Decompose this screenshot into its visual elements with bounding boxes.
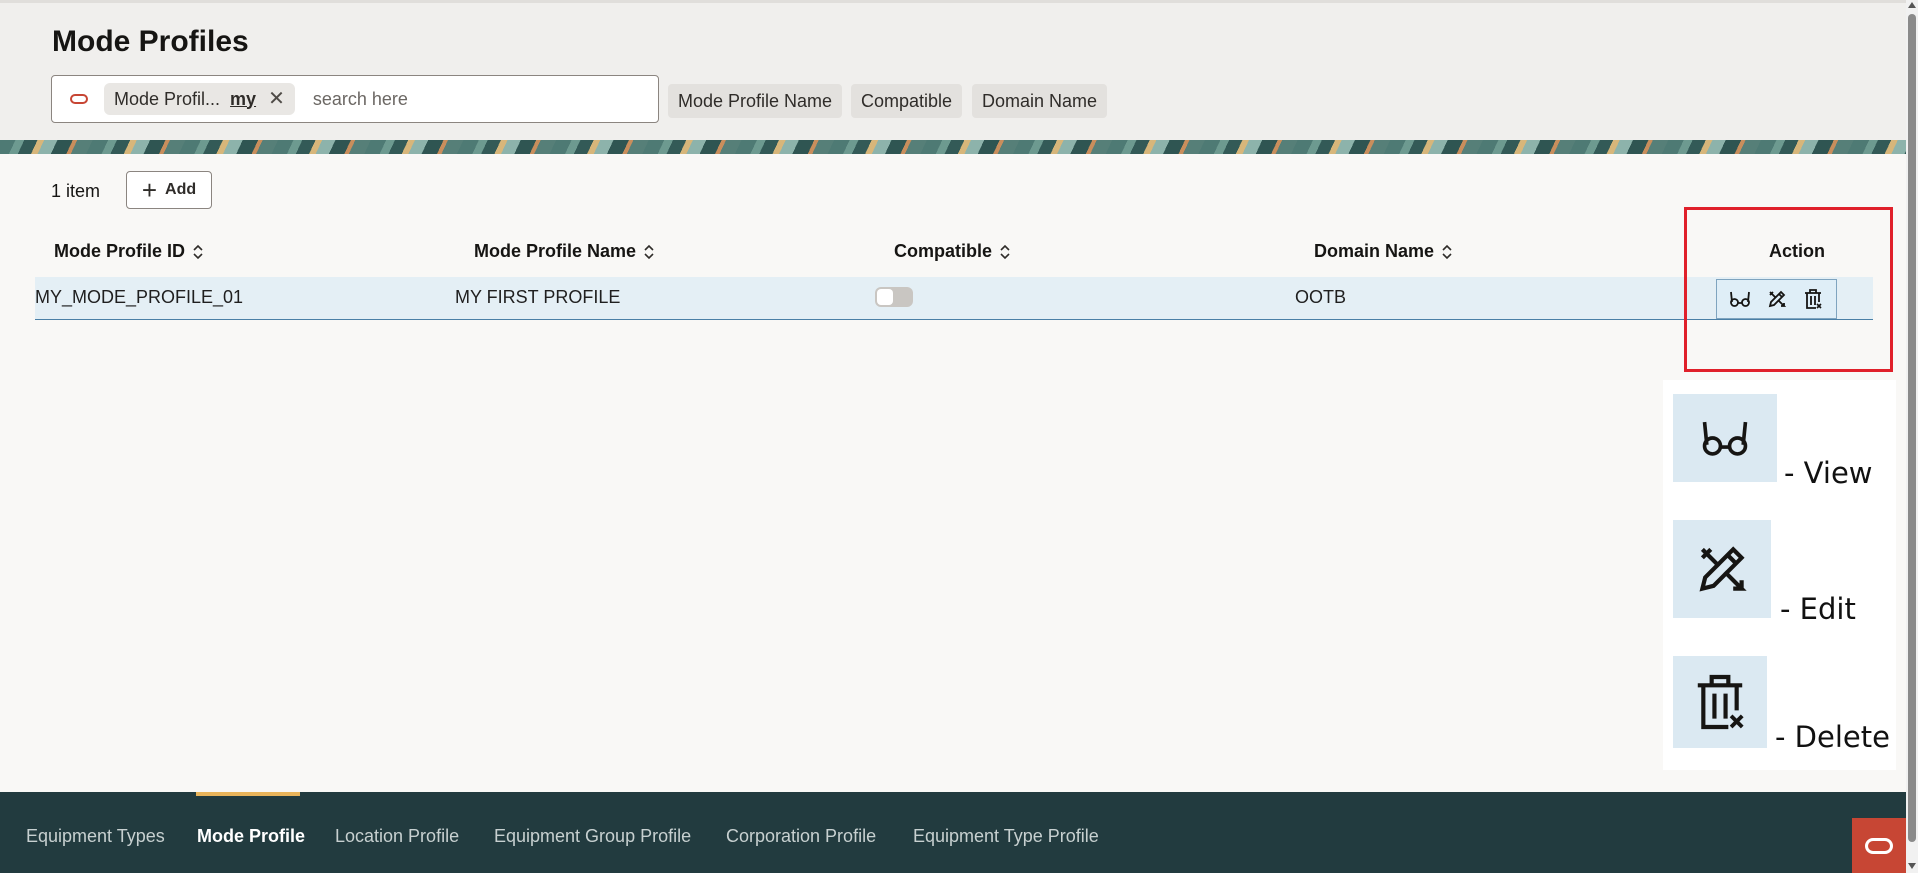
page-title: Mode Profiles xyxy=(52,25,249,58)
sort-icon xyxy=(1442,244,1452,259)
search-chip-value: my xyxy=(230,88,257,109)
add-button[interactable]: + Add xyxy=(126,171,212,209)
oracle-assistant-button[interactable] xyxy=(1852,818,1906,873)
search-filter-chip[interactable]: Mode Profil... my ✕ xyxy=(104,83,295,115)
tab-equipment-group-profile[interactable]: Equipment Group Profile xyxy=(494,826,691,847)
glasses-icon xyxy=(1702,421,1748,456)
column-header-mode-profile-id[interactable]: Mode Profile ID xyxy=(54,241,203,262)
column-header-label: Domain Name xyxy=(1314,241,1435,261)
decorative-banner xyxy=(0,140,1906,154)
active-tab-indicator xyxy=(196,792,300,796)
compatible-toggle[interactable] xyxy=(875,287,913,307)
legend-view-label: - View xyxy=(1784,456,1873,490)
scroll-up-icon[interactable] xyxy=(1908,2,1916,8)
tab-location-profile[interactable]: Location Profile xyxy=(335,826,459,847)
filter-chip-domain-name[interactable]: Domain Name xyxy=(972,84,1108,118)
tab-equipment-type-profile[interactable]: Equipment Type Profile xyxy=(913,826,1099,847)
close-icon[interactable]: ✕ xyxy=(268,89,285,109)
column-header-label: Mode Profile Name xyxy=(474,241,637,261)
column-header-mode-profile-name[interactable]: Mode Profile Name xyxy=(474,241,654,262)
sort-icon xyxy=(1000,244,1010,259)
sort-icon xyxy=(193,244,203,259)
pencil-ruler-icon xyxy=(1699,546,1747,592)
filter-chip-mode-profile-name[interactable]: Mode Profile Name xyxy=(668,84,843,118)
toggle-knob xyxy=(877,289,893,305)
search-bar[interactable]: Mode Profil... my ✕ xyxy=(51,75,659,123)
vertical-scrollbar[interactable] xyxy=(1906,0,1918,873)
cell-mode-profile-name: MY FIRST PROFILE xyxy=(455,287,621,307)
legend-edit-label: - Edit xyxy=(1780,592,1856,626)
plus-icon: + xyxy=(141,175,158,205)
tab-mode-profile[interactable]: Mode Profile xyxy=(197,826,305,847)
sort-icon xyxy=(644,244,654,259)
scroll-thumb[interactable] xyxy=(1908,14,1916,842)
filter-chip-compatible[interactable]: Compatible xyxy=(851,84,963,118)
scroll-down-icon[interactable] xyxy=(1908,863,1916,869)
column-header-compatible[interactable]: Compatible xyxy=(894,241,1010,262)
page-header: Mode Profiles Mode Profil... my ✕ Mode P… xyxy=(0,0,1906,140)
table-row[interactable]: MY_MODE_PROFILE_01 MY FIRST PROFILE OOTB xyxy=(35,277,1873,320)
legend-edit-tile xyxy=(1673,520,1771,618)
add-button-label: Add xyxy=(165,181,197,198)
item-count: 1 item xyxy=(51,181,101,201)
tab-corporation-profile[interactable]: Corporation Profile xyxy=(726,826,876,847)
legend-delete-label: - Delete xyxy=(1775,720,1890,754)
search-input[interactable] xyxy=(310,87,658,111)
column-header-label: Mode Profile ID xyxy=(54,241,186,261)
legend-delete-tile xyxy=(1673,656,1767,748)
tab-equipment-types[interactable]: Equipment Types xyxy=(26,826,165,847)
legend-view-tile xyxy=(1673,394,1777,482)
oracle-icon xyxy=(1865,837,1893,854)
cell-mode-profile-id: MY_MODE_PROFILE_01 xyxy=(35,287,244,307)
column-header-label: Compatible xyxy=(894,241,993,261)
bottom-navigation: Equipment Types Mode Profile Location Pr… xyxy=(0,792,1906,873)
search-chip-label: Mode Profil... xyxy=(114,88,221,109)
oracle-icon xyxy=(70,94,88,104)
action-legend: - View - Edit - Delete xyxy=(1663,380,1896,770)
column-header-domain-name[interactable]: Domain Name xyxy=(1314,241,1452,262)
cell-domain-name: OOTB xyxy=(1295,287,1347,307)
trash-icon xyxy=(1697,674,1744,730)
action-highlight-annotation xyxy=(1684,207,1893,372)
